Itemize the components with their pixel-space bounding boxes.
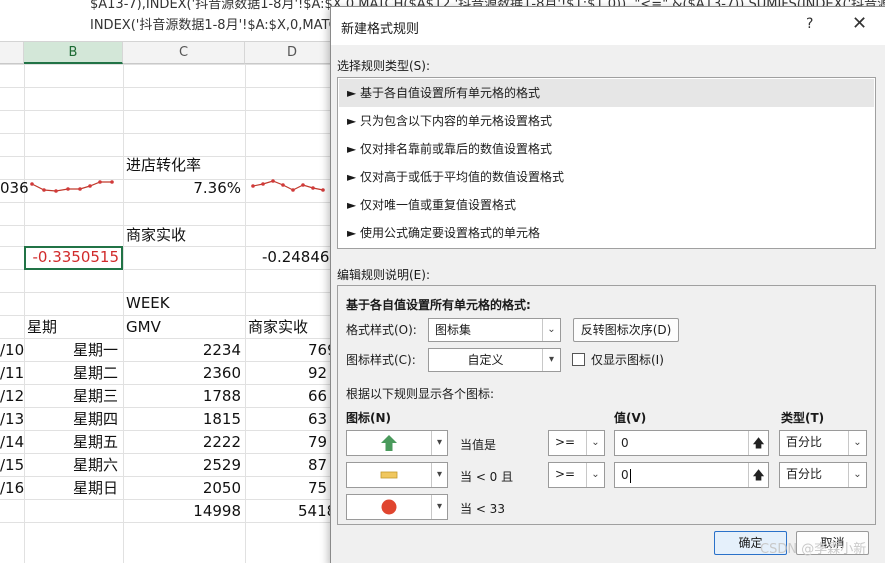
value-input-1[interactable]: 0 🡅	[614, 430, 769, 456]
cell-c6: 7.36%	[193, 179, 241, 197]
rule-type-item[interactable]: ► 只为包含以下内容的单元格设置格式	[339, 107, 874, 135]
value-text: 0	[621, 436, 629, 450]
type-value: 百分比	[786, 467, 823, 481]
rule-type-item[interactable]: ► 仅对高于或低于平均值的数值设置格式	[339, 163, 874, 191]
icon-style-value: 自定义	[467, 353, 504, 367]
watermark: CSDN @李霖小新	[760, 542, 867, 557]
header-gmv: GMV	[126, 318, 161, 336]
rules-caption: 根据以下规则显示各个图标:	[346, 387, 495, 401]
table-row-date: /15	[0, 456, 25, 474]
table-row-gmv: 2529	[202, 456, 241, 474]
rule-description-box: 基于各自值设置所有单元格的格式: 格式样式(O): 图标集 ⌄ 反转图标次序(D…	[337, 285, 876, 525]
range-select-icon[interactable]: 🡅	[748, 463, 768, 487]
value-text: 0	[621, 468, 629, 482]
chevron-down-icon: ⌄	[586, 463, 604, 487]
red-circle-icon	[381, 499, 397, 515]
table-row-date: /11	[0, 364, 25, 382]
cell-a6: 036	[0, 179, 29, 197]
column-header-a[interactable]	[0, 42, 24, 64]
header-net: 商家实收	[248, 318, 309, 336]
dialog-title-bar[interactable]: 新建格式规则 ? ✕	[331, 7, 885, 45]
icon-column-header: 图标(N)	[346, 411, 392, 425]
green-up-arrow-icon	[381, 435, 397, 451]
table-row-gmv: 2222	[202, 433, 241, 451]
edit-rule-label: 编辑规则说明(E):	[337, 268, 430, 282]
icon-style-label: 图标样式(C):	[346, 353, 416, 367]
column-header-c[interactable]: C	[123, 42, 245, 64]
show-icon-only-label: 仅显示图标(I)	[591, 353, 664, 367]
type-value: 百分比	[786, 435, 823, 449]
table-row-date: /12	[0, 387, 25, 405]
selected-cell-b10[interactable]: -0.3350515	[24, 246, 123, 270]
table-row-gmv: 2360	[202, 364, 241, 382]
dialog-title: 新建格式规则	[341, 22, 420, 37]
cell-c9: 商家实收	[126, 226, 187, 244]
description-title: 基于各自值设置所有单元格的格式:	[346, 298, 531, 312]
new-format-rule-dialog: 新建格式规则 ? ✕ 选择规则类型(S): ► 基于各自值设置所有单元格的格式 …	[330, 6, 885, 563]
table-row-gmv: 1815	[202, 410, 241, 428]
condition-label-1: 当值是	[460, 438, 497, 452]
operator-value: >=	[555, 467, 576, 481]
chevron-down-icon: ⌄	[848, 431, 866, 455]
table-row-gmv: 2234	[202, 341, 241, 359]
rule-type-item[interactable]: ► 基于各自值设置所有单元格的格式	[339, 79, 874, 107]
total-gmv: 14998	[193, 502, 241, 520]
value-input-2[interactable]: 0 🡅	[614, 462, 769, 488]
column-header-d[interactable]: D	[245, 42, 340, 64]
condition-label-3: 当 < 33	[460, 502, 505, 516]
select-rule-type-label: 选择规则类型(S):	[337, 59, 431, 73]
table-row-date: /13	[0, 410, 25, 428]
sparkline-d6	[251, 179, 325, 192]
formula-text-line-2: INDEX('抖音源数据1-8月'!$A:$X,0,MATC	[90, 18, 338, 33]
type-select-1[interactable]: 百分比 ⌄	[779, 430, 867, 456]
chevron-down-icon: ▾	[431, 463, 447, 487]
sparkline-b6	[30, 180, 114, 193]
chevron-down-icon: ▾	[431, 431, 447, 455]
chevron-down-icon: ⌄	[586, 431, 604, 455]
text-cursor	[629, 468, 631, 483]
rule-type-list[interactable]: ► 基于各自值设置所有单元格的格式 ► 只为包含以下内容的单元格设置格式 ► 仅…	[337, 77, 876, 249]
icon-select-2[interactable]: ▾	[346, 462, 448, 488]
column-header-b[interactable]: B	[24, 42, 123, 64]
table-row-date: /10	[0, 341, 25, 359]
icon-select-1[interactable]: ▾	[346, 430, 448, 456]
format-style-value: 图标集	[435, 323, 472, 337]
format-style-label: 格式样式(O):	[346, 323, 417, 337]
chevron-down-icon: ⌄	[848, 463, 866, 487]
reverse-icon-order-button[interactable]: 反转图标次序(D)	[573, 318, 679, 342]
table-row-gmv: 1788	[202, 387, 241, 405]
cell-c5: 进店转化率	[126, 156, 202, 174]
rule-type-item[interactable]: ► 仅对排名靠前或靠后的数值设置格式	[339, 135, 874, 163]
chevron-down-icon: ⌄	[542, 319, 560, 341]
operator-select-2[interactable]: >= ⌄	[548, 462, 605, 488]
yellow-bar-icon	[380, 471, 398, 479]
type-select-2[interactable]: 百分比 ⌄	[779, 462, 867, 488]
chevron-down-icon: ▾	[431, 495, 447, 519]
operator-select-1[interactable]: >= ⌄	[548, 430, 605, 456]
table-row-gmv: 2050	[202, 479, 241, 497]
type-column-header: 类型(T)	[781, 411, 825, 425]
chevron-down-icon: ▾	[542, 349, 560, 371]
operator-value: >=	[555, 435, 576, 449]
rule-type-item[interactable]: ► 使用公式确定要设置格式的单元格	[339, 219, 874, 247]
table-row-date: /16	[0, 479, 25, 497]
show-icon-only-checkbox[interactable]	[572, 353, 585, 366]
rule-type-item[interactable]: ► 仅对唯一值或重复值设置格式	[339, 191, 874, 219]
table-row-date: /14	[0, 433, 25, 451]
icon-style-select[interactable]: 自定义 ▾	[428, 348, 561, 372]
value-column-header: 值(V)	[614, 411, 647, 425]
help-icon[interactable]: ?	[806, 16, 813, 32]
condition-label-2: 当 < 0 且	[460, 470, 514, 484]
close-icon[interactable]: ✕	[852, 13, 867, 34]
header-weekday: 星期	[27, 318, 58, 336]
format-style-select[interactable]: 图标集 ⌄	[428, 318, 561, 342]
icon-select-3[interactable]: ▾	[346, 494, 448, 520]
range-select-icon[interactable]: 🡅	[748, 431, 768, 455]
cell-c12: WEEK	[126, 294, 170, 312]
